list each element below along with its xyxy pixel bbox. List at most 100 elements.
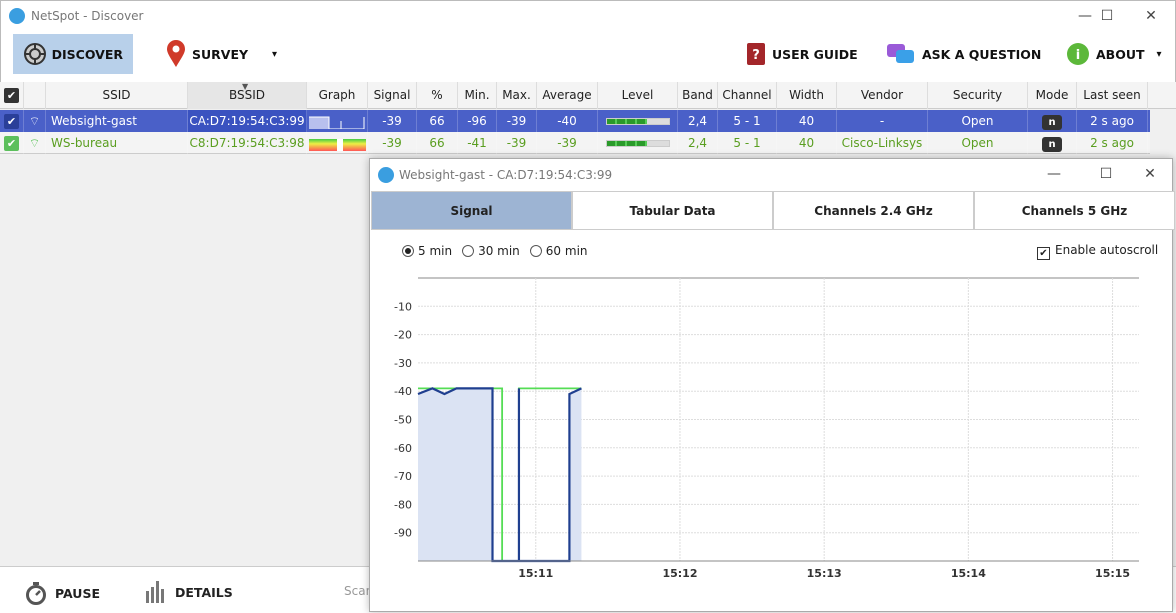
cell-graph	[307, 110, 368, 132]
y-tick-label: -70	[394, 470, 412, 483]
column-header-label: Graph	[318, 88, 356, 102]
column-header-label: SSID	[102, 88, 131, 102]
wifi-icon: ⌔	[24, 132, 46, 154]
cell-security: Open	[928, 132, 1028, 154]
header-icon-column	[24, 82, 46, 109]
column-header-label: Level	[621, 88, 654, 102]
y-tick-label: -50	[394, 414, 412, 427]
range-5-min[interactable]: 5 min	[402, 244, 452, 258]
cell-band: 2,4	[678, 132, 718, 154]
cell-percent: 66	[417, 110, 458, 132]
about-dropdown-icon[interactable]: ▾	[1157, 49, 1162, 60]
range-label: 5 min	[418, 244, 453, 258]
tab-tabular-data[interactable]: Tabular Data	[572, 191, 773, 230]
child-maximize-button[interactable]: ☐	[1086, 163, 1126, 185]
x-tick-label: 15:11	[518, 567, 553, 579]
column-header[interactable]: Channel	[718, 82, 777, 109]
column-header-label: Last seen	[1083, 88, 1141, 102]
column-header[interactable]: Graph	[307, 82, 368, 109]
cell-signal: -39	[368, 132, 417, 154]
column-header-label: Signal	[373, 88, 411, 102]
tab-signal[interactable]: Signal	[371, 191, 572, 230]
user-guide-button[interactable]: ? USER GUIDE	[736, 34, 868, 74]
equalizer-icon	[146, 581, 164, 603]
row-checkbox[interactable]: ✔	[0, 132, 24, 154]
about-button[interactable]: i ABOUT ▾	[1056, 34, 1172, 74]
time-range-group: 5 min 30 min 60 min	[402, 244, 588, 258]
select-all-checkbox[interactable]: ✔	[0, 82, 24, 109]
maximize-button[interactable]: ☐	[1087, 5, 1127, 27]
table-row[interactable]: ✔ ⌔ WS-bureau C8:D7:19:54:C3:98 -39 66 -41 -39-…	[0, 132, 1150, 154]
column-header[interactable]: Width	[777, 82, 837, 109]
tab-channels-5-ghz[interactable]: Channels 5 GHz	[974, 191, 1175, 230]
column-header[interactable]: Security	[928, 82, 1028, 109]
about-label: ABOUT	[1096, 46, 1145, 62]
y-tick-label: -80	[394, 498, 412, 511]
y-tick-label: -30	[394, 357, 412, 370]
column-header-label: Max.	[502, 88, 531, 102]
cell-average: -40	[537, 110, 598, 132]
autoscroll-label: Enable autoscroll	[1055, 243, 1159, 257]
radio-icon	[462, 245, 475, 257]
survey-button[interactable]: SURVEY ▾	[156, 34, 287, 74]
pause-label: PAUSE	[55, 585, 100, 601]
cell-security: Open	[928, 110, 1028, 132]
table-row[interactable]: ✔ ⌔ Websight-gast CA:D7:19:54:C3:99 -39 66 -96…	[0, 110, 1150, 132]
tab-channels-2-4-ghz[interactable]: Channels 2.4 GHz	[773, 191, 974, 230]
close-button[interactable]: ✕	[1131, 5, 1171, 27]
range-30-min[interactable]: 30 min	[462, 244, 520, 258]
child-minimize-button[interactable]: —	[1034, 163, 1074, 185]
column-header[interactable]: Mode	[1028, 82, 1077, 109]
cell-width: 40	[777, 110, 837, 132]
cell-last-seen: 2 s ago	[1077, 110, 1148, 132]
x-tick-label: 15:13	[807, 567, 842, 579]
column-header[interactable]: Level	[598, 82, 678, 109]
signal-detail-window: Websight-gast - CA:D7:19:54:C3:99 — ☐ ✕ …	[369, 158, 1175, 612]
cell-level	[598, 110, 678, 132]
ask-question-button[interactable]: ASK A QUESTION	[876, 34, 1051, 74]
cell-mode: n	[1028, 132, 1077, 154]
x-tick-label: 15:15	[1095, 567, 1130, 579]
column-header[interactable]: Max.	[497, 82, 537, 109]
svg-text:?: ?	[752, 48, 760, 63]
column-header[interactable]: Last seen	[1077, 82, 1148, 109]
discover-button[interactable]: DISCOVER	[13, 34, 133, 74]
title-bar: NetSpot - Discover — ☐ ✕	[0, 0, 1176, 32]
column-header[interactable]: Vendor	[837, 82, 928, 109]
mode-badge: n	[1042, 115, 1062, 130]
cell-band: 2,4	[678, 110, 718, 132]
mode-badge: n	[1042, 137, 1062, 152]
child-window-title: Websight-gast - CA:D7:19:54:C3:99	[399, 168, 613, 182]
stopwatch-icon	[26, 582, 46, 605]
column-header-label: Vendor	[860, 88, 904, 102]
column-header-label: Mode	[1035, 88, 1069, 102]
autoscroll-checkbox[interactable]: ✔ Enable autoscroll	[1037, 243, 1158, 260]
row-checkbox[interactable]: ✔	[0, 110, 24, 132]
range-label: 60 min	[545, 244, 588, 258]
column-header[interactable]: SSID	[46, 82, 188, 109]
column-header[interactable]: Band	[678, 82, 718, 109]
column-header-label: Average	[542, 88, 592, 102]
pause-button[interactable]: PAUSE	[25, 581, 100, 605]
column-header[interactable]: Signal	[368, 82, 417, 109]
column-header[interactable]: %	[417, 82, 458, 109]
wifi-icon: ⌔	[24, 110, 46, 132]
cell-signal: -39	[368, 110, 417, 132]
details-button[interactable]: DETAILS	[145, 581, 233, 603]
cell-percent: 66	[417, 132, 458, 154]
range-60-min[interactable]: 60 min	[529, 244, 588, 258]
y-tick-label: -20	[394, 329, 412, 342]
column-header-label: Min.	[464, 88, 490, 102]
details-label: DETAILS	[175, 584, 233, 600]
map-pin-icon	[167, 40, 185, 67]
column-header[interactable]: BSSID ▼	[188, 82, 307, 109]
cell-min: -41	[458, 132, 497, 154]
column-header[interactable]: Average	[537, 82, 598, 109]
crosshair-icon	[24, 43, 46, 65]
column-header-label: Band	[682, 88, 713, 102]
column-header[interactable]: Min.	[458, 82, 497, 109]
cell-last-seen: 2 s ago	[1077, 132, 1148, 154]
column-header-label: %	[431, 88, 443, 102]
child-close-button[interactable]: ✕	[1130, 163, 1170, 185]
survey-dropdown-icon[interactable]: ▾	[272, 49, 277, 60]
